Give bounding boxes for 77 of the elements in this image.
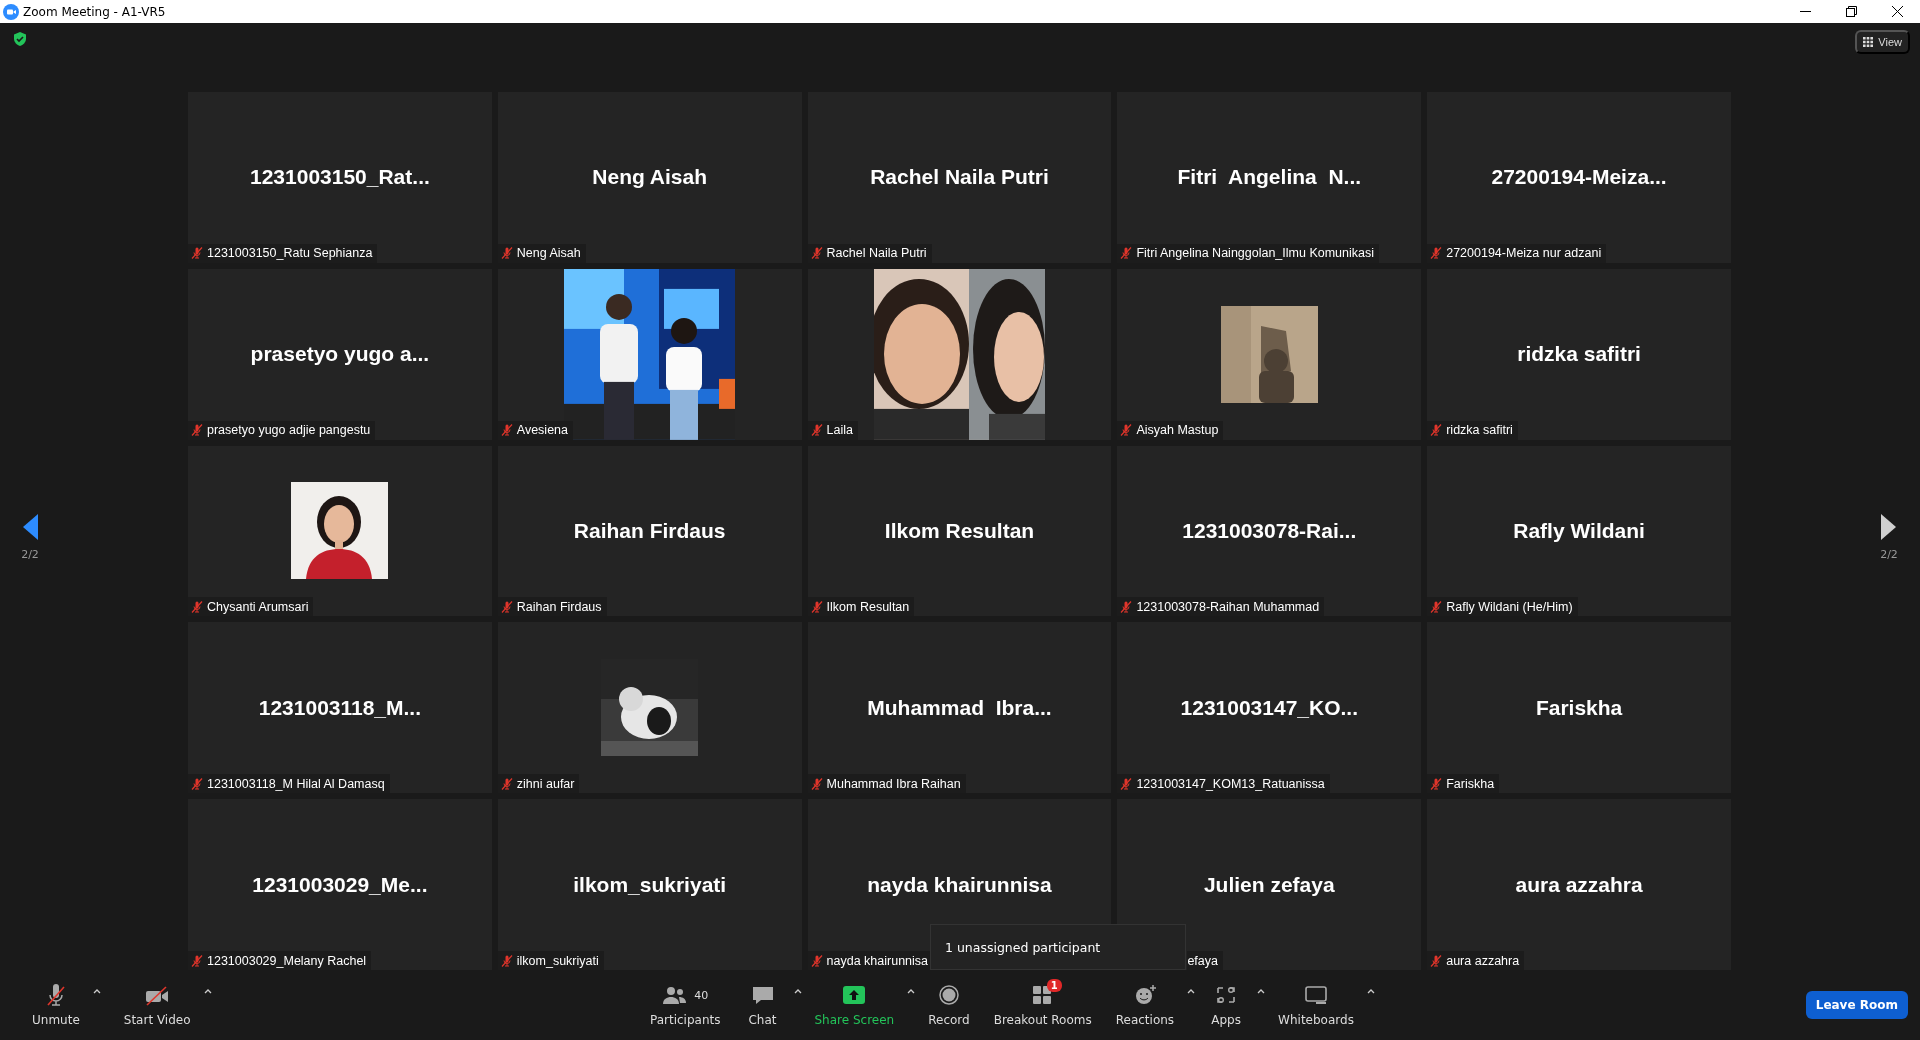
participant-name: nayda khairunnisa [867, 872, 1052, 897]
caret-icon[interactable] [91, 987, 102, 995]
view-button[interactable]: View [1855, 30, 1910, 54]
caret-icon[interactable] [202, 987, 213, 995]
window-title: Zoom Meeting - A1-VR5 [23, 4, 167, 19]
participant-name: 1231003150_Rat... [250, 165, 430, 190]
tooltip: 1 unassigned participant [930, 924, 1186, 970]
participant-name: 1231003147_KO... [1180, 695, 1359, 720]
people-icon [662, 984, 689, 1006]
caret-icon[interactable] [1256, 987, 1267, 995]
toolbar-button[interactable]: Chat [732, 983, 793, 1027]
participant-label: Avesiena [516, 423, 568, 438]
participant-label: Rafly Wildani (He/Him) [1446, 599, 1573, 614]
participant-name: Julien zefaya [1203, 872, 1335, 897]
toolbar-button[interactable]: Reactions [1103, 983, 1187, 1027]
participant-name: Rachel Naila Putri [870, 165, 1049, 190]
participant-label: prasetyo yugo adjie pangestu [207, 423, 371, 438]
participant-label: efaya [1187, 953, 1218, 968]
participant-label: 1231003147_KOM13_Ratuanissa [1136, 776, 1325, 791]
security-shield-icon[interactable] [12, 31, 28, 47]
whiteboard-icon [1303, 984, 1329, 1006]
grid-icon [1863, 37, 1874, 47]
participant-name: 1231003078-Rai... [1182, 519, 1357, 543]
toolbar-button[interactable]: Start Video [111, 983, 203, 1027]
participant-name: prasetyo yugo a... [250, 342, 430, 367]
participant-label: 1231003078-Raihan Muhammad [1136, 599, 1320, 614]
toolbar-button[interactable]: Whiteboards [1266, 983, 1366, 1027]
caret-icon[interactable] [1186, 987, 1197, 995]
toolbar-button[interactable]: Record [916, 983, 982, 1027]
participant-label: aura azzahra [1446, 953, 1520, 968]
participant-name: ilkom_sukriyati [573, 872, 727, 897]
participant-name: Rafly Wildani [1513, 519, 1645, 543]
participant-name: aura azzahra [1515, 872, 1643, 897]
participant-name: ridzka safitri [1517, 342, 1641, 367]
participant-name: Fitri Angelina N... [1177, 165, 1362, 190]
participant-label: Ilkom Resultan [826, 599, 910, 614]
toolbar-button[interactable]: Unmute [20, 983, 92, 1027]
participant-label: Laila [826, 423, 853, 438]
leave-room-button[interactable]: Leave Room [1805, 991, 1908, 1019]
participant-label: Fariskha [1446, 776, 1495, 791]
participant-label: Raihan Firdaus [516, 599, 602, 614]
toolbar-button[interactable]: 40 Participants [638, 983, 733, 1027]
participant-label: ilkom_sukriyati [516, 953, 599, 968]
notification-badge: 1 [1046, 979, 1062, 992]
participant-name: Ilkom Resultan [884, 519, 1035, 543]
app-logo-icon [3, 3, 19, 20]
toolbar-button[interactable]: Share Screen [802, 983, 907, 1027]
participant-name: Raihan Firdaus [573, 519, 726, 543]
participant-label: zihni aufar [516, 776, 575, 791]
page-indicator: 2/2 [1880, 548, 1898, 561]
participant-label: Rachel Naila Putri [826, 246, 927, 261]
participant-label: 1231003118_M Hilal Al Damasq [207, 776, 385, 791]
restore-icon[interactable] [1845, 6, 1857, 17]
participant-name: 1231003118_M... [258, 695, 422, 720]
participant-label: Chysanti Arumsari [207, 599, 309, 614]
close-icon[interactable] [1891, 6, 1903, 17]
toolbar-button[interactable]: Apps [1196, 983, 1257, 1027]
participant-name: Neng Aisah [592, 165, 708, 190]
participant-label: 27200194-Meiza nur adzani [1446, 246, 1602, 261]
caret-icon[interactable] [1365, 987, 1376, 995]
caret-icon[interactable] [906, 987, 917, 995]
participant-label: Aisyah Mastup [1136, 423, 1219, 438]
participant-name: Fariskha [1535, 695, 1623, 720]
participant-label: Fitri Angelina Nainggolan_Ilmu Komunikasi [1136, 246, 1375, 261]
participant-label: nayda khairunnisa [826, 953, 929, 968]
video-off-icon [144, 984, 171, 1006]
participant-label: Muhammad Ibra Raihan [826, 776, 961, 791]
participant-name: 1231003029_Me... [252, 872, 428, 897]
participant-count: 40 [694, 988, 709, 1002]
participant-label: 1231003029_Melany Rachel [207, 953, 367, 968]
caret-icon[interactable] [792, 987, 803, 995]
page-indicator: 2/2 [21, 548, 39, 561]
participant-name: 27200194-Meiza... [1491, 165, 1667, 190]
participant-name: Muhammad Ibra... [867, 695, 1052, 720]
participant-label: 1231003150_Ratu Sephianza [207, 246, 373, 261]
participant-label: ridzka safitri [1446, 423, 1513, 438]
participant-label: Neng Aisah [516, 246, 581, 261]
